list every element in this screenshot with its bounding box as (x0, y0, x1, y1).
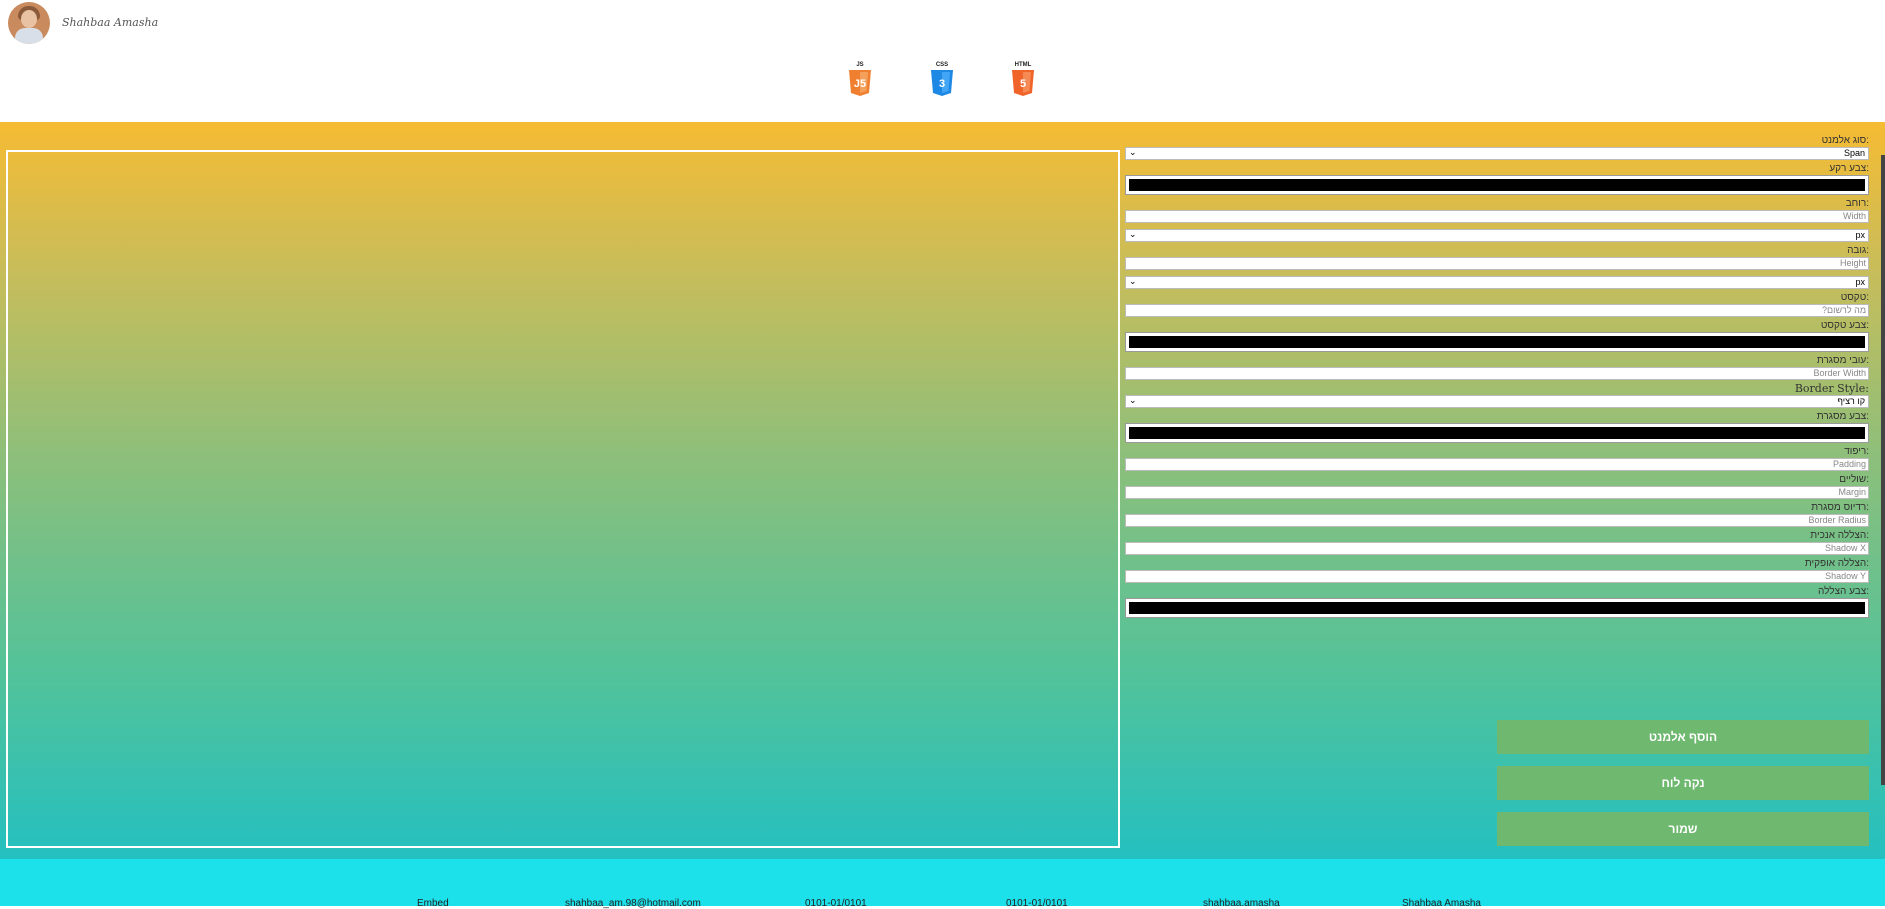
chevron-down-icon: ⌄ (1129, 395, 1137, 405)
footer-phone-1[interactable]: 0101-01/0101 (1006, 898, 1068, 909)
signature-logo: Shahbaa Amasha (62, 16, 159, 29)
svg-text:5: 5 (1020, 78, 1026, 90)
top-header: Shahbaa Amasha JS J5 CSS 3 HTML 5 (0, 0, 1885, 122)
text-input[interactable]: מה לרשום? (1125, 304, 1869, 317)
save-button[interactable]: שמור (1497, 812, 1869, 846)
border-width-label: עובי מסגרת: (1816, 355, 1869, 366)
drawing-board[interactable] (6, 150, 1120, 848)
footer: Shahbaa Amasha shahbaa.amasha 0101-01/01… (0, 859, 1885, 909)
text-color-label: צבע טקסט: (1820, 320, 1869, 331)
shadow-color-picker[interactable] (1125, 598, 1869, 618)
height-label: גובה: (1847, 245, 1869, 256)
bg-color-label: צבע רקע: (1829, 163, 1869, 174)
shadow-x-input[interactable]: Shadow X (1125, 542, 1869, 555)
border-radius-label: רדיוס מסגרת: (1811, 502, 1869, 513)
width-unit-select[interactable]: px ⌄ (1125, 229, 1869, 242)
margin-input[interactable]: Margin (1125, 486, 1869, 499)
width-label: רוחב: (1845, 198, 1869, 209)
avatar (8, 2, 50, 44)
footer-phone-2[interactable]: 0101-01/0101 (805, 898, 867, 909)
footer-name: Shahbaa Amasha (1402, 898, 1481, 909)
border-width-input[interactable]: Border Width (1125, 367, 1869, 380)
footer-username[interactable]: shahbaa.amasha (1203, 898, 1280, 909)
border-style-label: Border Style: (1794, 382, 1869, 395)
scrollbar[interactable] (1881, 155, 1885, 785)
footer-email[interactable]: shahbaa_am.98@hotmail.com (565, 898, 701, 909)
padding-input[interactable]: Padding (1125, 458, 1869, 471)
height-input[interactable]: Height (1125, 257, 1869, 270)
margin-label: שוליים: (1839, 474, 1869, 485)
shadow-y-label: הצללה אופקית: (1804, 558, 1869, 569)
chevron-down-icon: ⌄ (1129, 147, 1137, 157)
bg-color-picker[interactable] (1125, 175, 1869, 195)
footer-embed[interactable]: Embed (417, 898, 449, 909)
clear-board-button[interactable]: נקה לוח (1497, 766, 1869, 800)
text-label: טקסט: (1840, 292, 1869, 303)
svg-text:J5: J5 (854, 78, 866, 90)
chevron-down-icon: ⌄ (1129, 276, 1137, 286)
element-type-label: סוג אלמנט: (1821, 135, 1869, 146)
height-unit-select[interactable]: px ⌄ (1125, 276, 1869, 289)
css-icon: CSS 3 (930, 62, 954, 96)
shadow-x-label: הצללה אנכית: (1810, 530, 1869, 541)
svg-text:3: 3 (939, 78, 945, 90)
add-element-button[interactable]: הוסף אלמנט (1497, 720, 1869, 754)
element-type-select[interactable]: Span ⌄ (1125, 147, 1869, 160)
border-radius-input[interactable]: Border Radius (1125, 514, 1869, 527)
border-color-picker[interactable] (1125, 423, 1869, 443)
workspace: סוג אלמנט: Span ⌄ צבע רקע: רוחב: Width px… (0, 122, 1885, 859)
shadow-y-input[interactable]: Shadow Y (1125, 570, 1869, 583)
js-icon: JS J5 (848, 62, 872, 96)
padding-label: ריפוד: (1844, 446, 1869, 457)
element-form: סוג אלמנט: Span ⌄ צבע רקע: רוחב: Width px… (1125, 132, 1869, 618)
width-input[interactable]: Width (1125, 210, 1869, 223)
border-style-select[interactable]: קו רציף ⌄ (1125, 395, 1869, 408)
chevron-down-icon: ⌄ (1129, 229, 1137, 239)
text-color-picker[interactable] (1125, 332, 1869, 352)
border-color-label: צבע מסגרת: (1816, 411, 1869, 422)
html-icon: HTML 5 (1011, 62, 1035, 96)
shadow-color-label: צבע הצללה: (1817, 586, 1869, 597)
